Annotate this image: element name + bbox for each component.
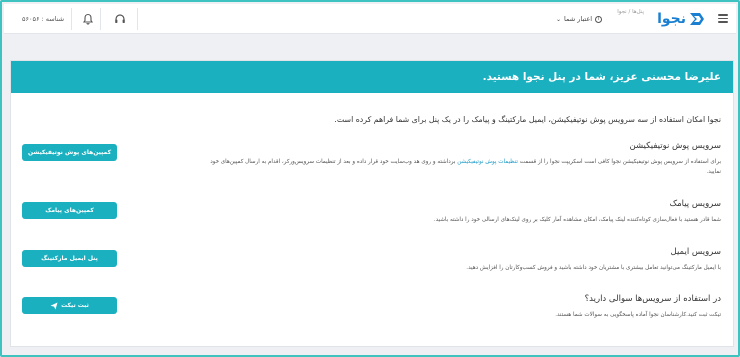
section-sms: سرویس پیامک شما قادر هستید با فعال‌سازی … bbox=[21, 199, 721, 225]
app-frame: نجوا پنل‌ها / نجوا i اعتبار شما ⌄ شناسه … bbox=[0, 0, 740, 357]
section-desc: برای استفاده از سرویس پوش نوتیفیکیشن نجو… bbox=[201, 157, 721, 177]
section-email: سرویس ایمیل با ایمیل مارکتینگ می‌توانید … bbox=[21, 247, 721, 273]
button-label: ثبت تیکت bbox=[61, 302, 89, 309]
chevron-down-icon: ⌄ bbox=[556, 15, 562, 23]
divider bbox=[137, 8, 138, 30]
button-label: کمپین‌های پیامک bbox=[45, 207, 94, 214]
button-label: کمپین‌های پوش نوتیفیکیشن bbox=[27, 149, 112, 156]
button-label: پنل ایمیل مارکتینگ bbox=[41, 255, 98, 262]
email-panel-button[interactable]: پنل ایمیل مارکتینگ bbox=[22, 250, 117, 267]
headset-icon[interactable] bbox=[114, 13, 126, 25]
submit-ticket-button[interactable]: ثبت تیکت bbox=[22, 297, 117, 314]
top-navbar: نجوا پنل‌ها / نجوا i اعتبار شما ⌄ شناسه … bbox=[4, 4, 736, 34]
send-icon bbox=[50, 302, 58, 309]
section-desc: با ایمیل مارکتینگ می‌توانید تعامل بیشتری… bbox=[466, 265, 721, 271]
section-desc: شما قادر هستید با فعال‌سازی کوتاه‌کننده … bbox=[433, 217, 721, 223]
section-support: در استفاده از سرویس‌ها سوالی دارید؟ تیکت… bbox=[21, 294, 721, 320]
section-title: سرویس پیامک bbox=[669, 199, 721, 209]
divider bbox=[71, 8, 72, 30]
logo-icon bbox=[690, 13, 704, 25]
logo[interactable]: نجوا bbox=[657, 10, 706, 28]
credit-label: اعتبار شما bbox=[564, 15, 593, 23]
breadcrumb[interactable]: پنل‌ها / نجوا bbox=[617, 9, 644, 15]
push-campaigns-button[interactable]: کمپین‌های پوش نوتیفیکیشن bbox=[22, 144, 117, 161]
push-settings-link[interactable]: تنظیمات پوش نوتیفیکیشن bbox=[457, 159, 518, 165]
welcome-panel: علیرضا محسنی عزیز، شما در پنل نجوا هستید… bbox=[10, 60, 734, 347]
intro-text: نجوا امکان استفاده از سه سرویس پوش نوتیف… bbox=[334, 115, 721, 124]
menu-icon[interactable] bbox=[718, 14, 728, 23]
divider bbox=[100, 8, 101, 30]
section-push: سرویس پوش نوتیفیکیشن برای استفاده از سرو… bbox=[21, 141, 721, 177]
section-desc: تیکت ثبت کنید.کارشناسان نجوا آماده پاسخگ… bbox=[555, 312, 721, 318]
section-title: سرویس پوش نوتیفیکیشن bbox=[629, 141, 721, 151]
info-icon: i bbox=[595, 15, 603, 23]
user-id: شناسه : ۵۶۰۵۶ bbox=[22, 15, 65, 23]
welcome-banner: علیرضا محسنی عزیز، شما در پنل نجوا هستید… bbox=[11, 61, 733, 93]
desc-text: برای استفاده از سرویس پوش نوتیفیکیشن نجو… bbox=[518, 159, 721, 165]
logo-text: نجوا bbox=[657, 11, 686, 27]
section-title: سرویس ایمیل bbox=[670, 247, 721, 257]
section-title: در استفاده از سرویس‌ها سوالی دارید؟ bbox=[584, 294, 721, 304]
bell-icon[interactable] bbox=[82, 13, 94, 25]
sms-campaigns-button[interactable]: کمپین‌های پیامک bbox=[22, 202, 117, 219]
credit-dropdown[interactable]: i اعتبار شما ⌄ bbox=[556, 15, 603, 23]
